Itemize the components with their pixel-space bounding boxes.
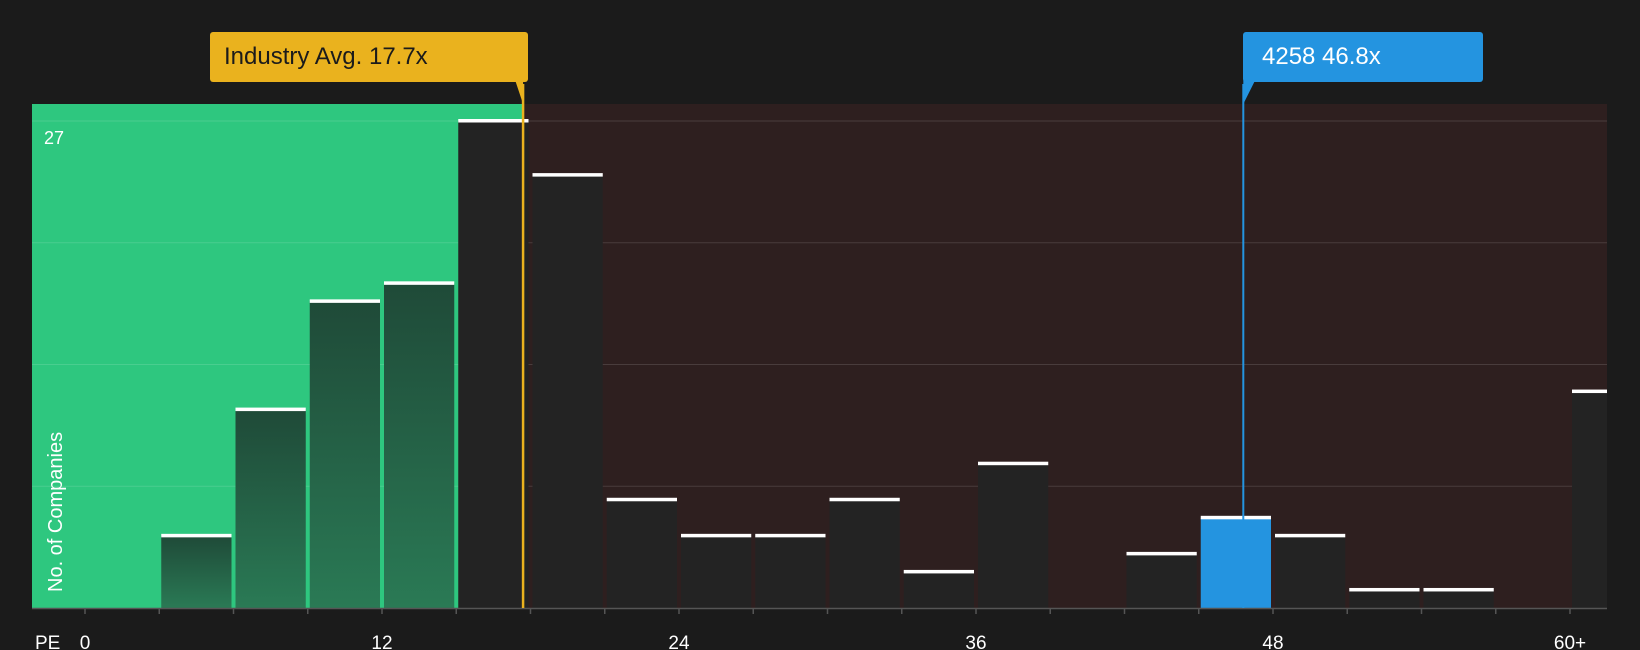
company-callout-pointer: [1243, 80, 1256, 104]
histogram-bar-cap-18: [1423, 587, 1494, 592]
industry-average-callout: Industry Avg. 17.7x: [210, 32, 528, 82]
histogram-bar-cap-12: [978, 461, 1049, 466]
histogram-bar-cap-2: [235, 407, 306, 412]
histogram-bar-cap-8: [681, 533, 752, 538]
histogram-bar-3: [309, 301, 380, 608]
histogram-bar-10: [829, 499, 900, 608]
pe-histogram-chart: 0 12 24 36 48 60+ PE 27 No. of Companies: [32, 80, 1608, 650]
histogram-bar-cap-10: [829, 497, 900, 502]
histogram-bar-18: [1423, 589, 1494, 608]
histogram-bar-cap-5: [458, 119, 529, 123]
histogram-bar-cap-15: [1200, 515, 1271, 520]
histogram-bar-cap-20: [1572, 389, 1607, 394]
x-tick-label-12: 12: [371, 633, 392, 650]
histogram-bar-14: [1126, 553, 1197, 608]
histogram-bar-cap-4: [384, 281, 455, 285]
industry-average-label: Industry Avg. 17.7x: [224, 43, 428, 70]
histogram-bar-15: [1200, 517, 1271, 608]
histogram-bar-8: [681, 535, 752, 608]
histogram-bar-cap-3: [309, 299, 380, 303]
company-pe-label: 4258 46.8x: [1262, 43, 1381, 70]
histogram-bar-9: [755, 535, 826, 608]
x-tick-label-24: 24: [668, 633, 690, 650]
histogram-bar-cap-9: [755, 533, 826, 538]
y-max-label: 27: [44, 128, 64, 148]
histogram-bar-12: [978, 463, 1049, 608]
x-tick-label-0: 0: [80, 633, 91, 650]
histogram-bar-cap-1: [161, 533, 232, 538]
histogram-bar-11: [903, 571, 974, 608]
histogram-bar-17: [1349, 589, 1420, 608]
histogram-bar-4: [384, 283, 455, 608]
x-tick-label-36: 36: [965, 633, 986, 650]
histogram-bar-20: [1572, 391, 1607, 608]
x-axis-prefix-label: PE: [35, 633, 60, 650]
histogram-bar-cap-11: [903, 569, 974, 574]
histogram-bar-2: [235, 409, 306, 608]
histogram-bar-cap-7: [606, 497, 677, 502]
histogram-bar-cap-14: [1126, 551, 1197, 556]
histogram-bar-5: [458, 121, 529, 608]
x-tick-label-60+: 60+: [1554, 633, 1586, 650]
histogram-bar-7: [606, 499, 677, 608]
histogram-bar-6: [532, 175, 603, 608]
histogram-bar-cap-6: [532, 173, 603, 177]
histogram-bar-16: [1275, 535, 1346, 608]
histogram-bar-1: [161, 535, 232, 608]
overvalued-region: [523, 104, 1608, 608]
y-axis-label: No. of Companies: [45, 432, 67, 592]
company-pe-callout: 4258 46.8x: [1243, 32, 1483, 82]
histogram-bar-cap-16: [1275, 533, 1346, 538]
x-tick-label-48: 48: [1262, 633, 1283, 650]
histogram-bar-cap-17: [1349, 587, 1420, 592]
